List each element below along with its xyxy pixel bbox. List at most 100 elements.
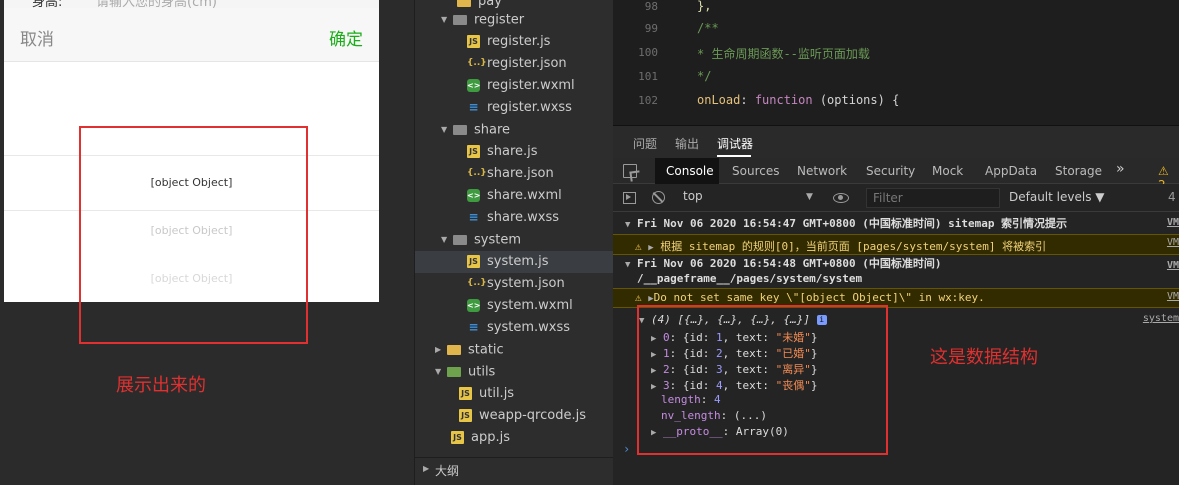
file-explorer: pay ▼ register JS register.js {..}register… — [414, 0, 614, 485]
line-number: 102 — [638, 94, 658, 107]
tree-item-weapp-qrcode-js[interactable]: JS weapp-qrcode.js — [459, 405, 586, 427]
active-tab-indicator — [717, 155, 751, 157]
line-gutter: 98 99 100 101 102 — [613, 0, 671, 125]
code-line: */ — [697, 69, 712, 83]
line-number: 101 — [638, 70, 658, 83]
code-line: /** — [697, 21, 719, 35]
warning-icon: ⚠ — [635, 240, 642, 253]
tree-item-system-wxss[interactable]: ≡ system.wxss — [467, 317, 570, 339]
tab-sources[interactable]: Sources — [732, 164, 779, 178]
cancel-button[interactable]: 取消 — [20, 25, 54, 50]
confirm-button[interactable]: 确定 — [329, 25, 363, 50]
height-field-row: 身高: 请输入您的身高(cm) — [4, 0, 379, 8]
js-file-icon: JS — [459, 387, 472, 400]
tree-item-register-wxml[interactable]: <> register.wxml — [467, 75, 575, 97]
wxml-file-icon: <> — [467, 79, 481, 92]
annotation-box — [79, 126, 308, 344]
js-file-icon: JS — [467, 35, 480, 48]
simulator-pane: 身高: 请输入您的身高(cm) 取消 确定 [object Object] [o… — [0, 0, 414, 485]
caret-down-icon: ▼ — [806, 192, 813, 202]
filter-input[interactable] — [866, 188, 1000, 208]
tree-item-system-json[interactable]: {..}system.json — [467, 273, 565, 295]
chevron-down-icon: ▼ — [441, 125, 448, 134]
folder-icon — [457, 0, 471, 7]
code-line: * 生命周期函数--监听页面加载 — [697, 47, 870, 61]
tree-item-share-wxml[interactable]: <> share.wxml — [467, 185, 562, 207]
inspect-element-icon[interactable] — [623, 164, 637, 178]
tree-item-share[interactable]: ▼ share — [441, 119, 510, 141]
source-link[interactable]: VM — [1167, 291, 1179, 302]
line-number: 98 — [644, 0, 658, 13]
clear-console-icon[interactable] — [652, 191, 665, 204]
tab-mock[interactable]: Mock — [932, 164, 963, 178]
levels-count: 4 — [1168, 190, 1176, 204]
tree-item-register[interactable]: ▼ register — [441, 9, 524, 31]
tree-item-register-wxss[interactable]: ≡ register.wxss — [467, 97, 571, 119]
outline-label: 大纲 — [435, 464, 460, 478]
console-group-row[interactable]: ▼ Fri Nov 06 2020 16:54:47 GMT+0800 (中国标… — [613, 215, 1179, 233]
tab-debugger[interactable]: 调试器 — [717, 135, 753, 152]
console-toolbar: top ▼ Default levels ▼ 4 — [613, 184, 1179, 212]
tree-item-util-js[interactable]: JS util.js — [459, 383, 514, 405]
console-group-row[interactable]: ▼ Fri Nov 06 2020 16:54:48 GMT+0800 (中国标… — [613, 257, 1179, 287]
tree-item-share-wxss[interactable]: ≡ share.wxss — [467, 207, 559, 229]
tree-item-system[interactable]: ▼ system — [441, 229, 521, 251]
height-input[interactable]: 请输入您的身高(cm) — [96, 0, 217, 8]
js-file-icon: JS — [467, 255, 480, 268]
source-link[interactable]: VM — [1167, 237, 1179, 248]
caret-right-icon: ▶ — [648, 243, 654, 253]
eye-icon[interactable] — [833, 193, 849, 203]
tab-appdata[interactable]: AppData — [985, 164, 1037, 178]
tree-item-system-js[interactable]: JS system.js — [415, 251, 614, 273]
console-warning-row[interactable]: ⚠ ▶ 根据 sitemap 的规则[0]，当前页面 [pages/system… — [613, 234, 1179, 255]
console-prompt[interactable]: › — [623, 442, 630, 456]
line-number: 99 — [644, 22, 658, 35]
code-token: function — [754, 93, 813, 107]
devtools-tabs: Console Sources Network Security Mock Ap… — [613, 158, 1179, 192]
tab-problems[interactable]: 问题 — [633, 135, 657, 152]
code-line: onLoad: function (options) { — [697, 93, 899, 107]
source-link[interactable]: VM — [1167, 217, 1179, 228]
wxml-file-icon: <> — [467, 299, 481, 312]
tab-output[interactable]: 输出 — [675, 135, 699, 152]
js-file-icon: JS — [459, 409, 472, 422]
line-number: 100 — [638, 46, 658, 59]
tab-console[interactable]: Console — [666, 164, 714, 178]
folder-icon — [447, 367, 461, 377]
source-link[interactable]: system — [1143, 313, 1179, 324]
tree-item-share-json[interactable]: {..}share.json — [467, 163, 554, 185]
tree-item-register-json[interactable]: {..}register.json — [467, 53, 567, 75]
tree-item-register-js[interactable]: JS register.js — [467, 31, 550, 53]
context-select[interactable]: top — [683, 189, 819, 207]
code-token: onLoad — [697, 93, 741, 107]
chevron-right-icon: ▶ — [435, 345, 442, 354]
js-file-icon: JS — [451, 431, 464, 444]
outline-section[interactable]: ▶ 大纲 — [415, 457, 614, 485]
more-tabs-button[interactable]: » — [1116, 161, 1125, 177]
chevron-right-icon: ▶ — [423, 464, 430, 473]
tab-network[interactable]: Network — [797, 164, 847, 178]
picker-header: 取消 确定 — [4, 8, 379, 62]
tree-item-utils[interactable]: ▼ utils — [435, 361, 495, 383]
warning-icon: ⚠ — [635, 291, 642, 304]
tree-item-static[interactable]: ▶ static — [435, 339, 504, 361]
log-levels-dropdown[interactable]: Default levels ▼ — [1009, 190, 1105, 204]
source-link[interactable]: VM — [1167, 259, 1179, 273]
annotation-box — [637, 305, 888, 455]
show-sidebar-icon[interactable] — [623, 192, 636, 204]
chevron-down-icon: ▼ — [441, 15, 448, 24]
tree-item-app-js[interactable]: JS app.js — [451, 427, 510, 449]
annotation-caption: 展示出来的 — [116, 375, 206, 396]
tab-storage[interactable]: Storage — [1055, 164, 1102, 178]
js-file-icon: JS — [467, 145, 480, 158]
tree-item-system-wxml[interactable]: <> system.wxml — [467, 295, 573, 317]
folder-icon — [453, 235, 467, 245]
code-editor[interactable]: 98 99 100 101 102 }, /** * 生命周期函数--监听页面加… — [613, 0, 1179, 125]
folder-icon — [453, 15, 467, 25]
folder-icon — [447, 345, 461, 355]
code-token: (options) { — [812, 93, 900, 107]
tree-item-share-js[interactable]: JS share.js — [467, 141, 538, 163]
chevron-down-icon: ▼ — [441, 235, 448, 244]
annotation-caption: 这是数据结构 — [930, 347, 1038, 368]
tab-security[interactable]: Security — [866, 164, 915, 178]
